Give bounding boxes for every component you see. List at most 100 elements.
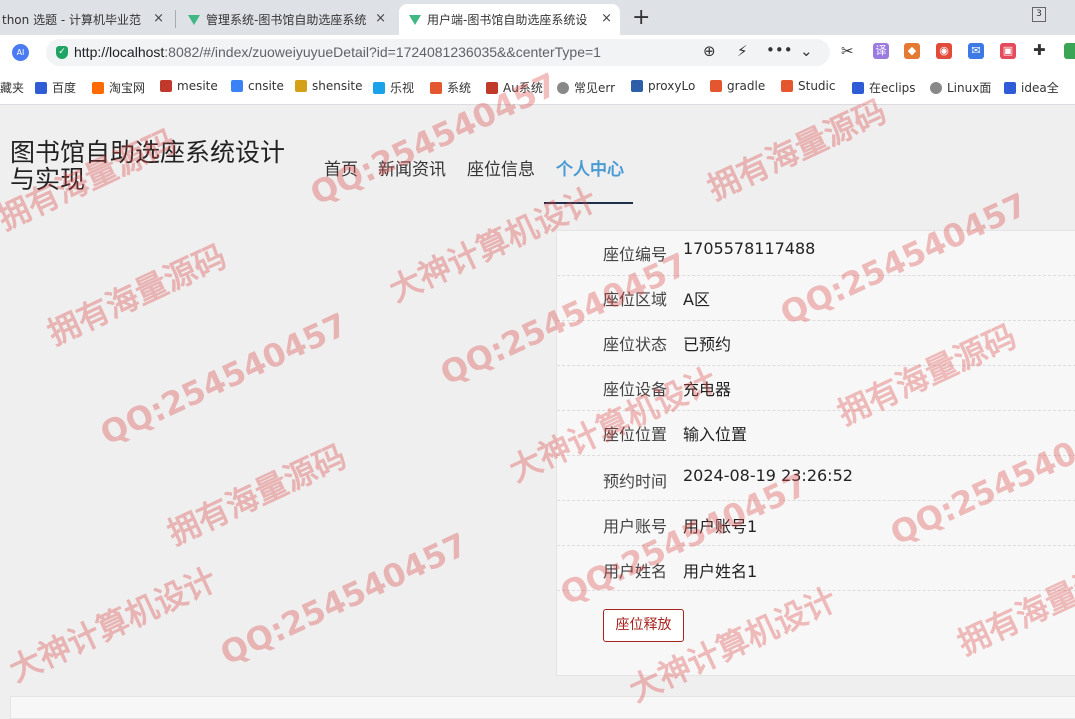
footer-panel [10,696,1075,719]
extensions-puzzle-icon[interactable]: ✚ [1033,41,1046,59]
pocket-icon[interactable]: ▣ [1000,43,1016,59]
bookmark-label: Au系统 [503,81,543,95]
bookmark-item[interactable]: 乐视 [373,79,414,96]
site-title: 图书馆自助选座系统设计与实现 [10,138,286,194]
bookmark-item[interactable]: Linux面 [930,79,991,96]
studio-icon [781,80,793,92]
leshi-icon [373,81,385,94]
detail-row: 座位区域 A区 [557,276,1075,321]
bookmark-item[interactable]: 在eclips [852,79,916,96]
url-path: :8082/#/index/zuoweiyuyueDetail?id=17240… [164,44,601,60]
tab-title: 管理系统-图书馆自助选座系统 [206,13,367,27]
nav-user-center[interactable]: 个人中心 [556,155,624,180]
mail-icon[interactable]: ✉ [968,43,984,59]
tab-title: 用户端-图书馆自助选座系统设 [427,13,588,27]
globe-icon [930,81,942,94]
taobao-icon [92,81,104,94]
browser-tab-3-active[interactable]: 用户端-图书馆自助选座系统设 × [399,4,620,35]
nav-home[interactable]: 首页 [324,155,358,180]
close-icon[interactable]: × [601,11,612,26]
detail-row: 预约时间 2024-08-19 23:26:52 [557,456,1075,501]
detail-value: 用户姓名1 [683,562,758,581]
bookmarks-bar: 藏夹 百度 淘宝网 mesite cnsite shensite 乐视 系统 A… [0,70,1075,105]
bookmark-label: Linux面 [947,81,992,95]
detail-row: 座位编号 1705578117488 [557,231,1075,276]
bookmark-label: 系统 [447,81,472,95]
vue-logo-icon [188,14,200,25]
browser-tab-bar: thon 选题 - 计算机毕业范 × 管理系统-图书馆自助选座系统 × 用户端-… [0,0,1075,35]
bookmark-label: 淘宝网 [109,81,146,95]
bookmark-label: shensite [312,79,363,93]
nav-seat-info[interactable]: 座位信息 [467,155,535,180]
bookmark-item[interactable]: 百度 [35,79,76,96]
bookmark-item[interactable]: 藏夹 [0,79,24,96]
detail-label: 用户姓名 [603,562,668,581]
seat-reservation-detail: 座位编号 1705578117488 座位区域 A区 座位状态 已预约 座位设备… [556,230,1075,676]
bookmark-item[interactable]: mesite [160,79,218,93]
url-text: http://localhost:8082/#/index/zuoweiyuyu… [74,44,601,60]
detail-label: 用户账号 [603,517,668,536]
mesite-icon [160,80,172,92]
bookmark-label: proxyLo [648,79,696,93]
bookmark-item[interactable]: 淘宝网 [92,79,145,96]
bookmark-item[interactable]: 常见err [557,79,615,96]
close-icon[interactable]: × [153,11,164,26]
fox-extension-icon[interactable]: ◆ [904,43,920,59]
bookmark-item[interactable]: Studic [781,79,835,93]
browser-tab-2[interactable]: 管理系统-图书馆自助选座系统 × [178,4,394,35]
browser-tab-1[interactable]: thon 选题 - 计算机毕业范 × [0,4,172,35]
detail-value: 已预约 [683,335,732,354]
detail-row: 用户姓名 用户姓名1 [557,546,1075,591]
weibo-icon[interactable]: ◉ [936,43,952,59]
bookmark-item[interactable]: cnsite [231,79,284,93]
bookmark-item[interactable]: Au系统 [486,79,543,96]
bookmark-label: 常见err [574,81,616,95]
detail-row: 用户账号 用户账号1 [557,501,1075,546]
detail-label: 座位状态 [603,335,668,354]
release-seat-button[interactable]: 座位释放 [603,609,684,642]
translate-icon[interactable]: 译 [873,43,889,59]
profile-icon[interactable] [1064,43,1075,59]
tab-separator [175,10,176,28]
more-icon[interactable]: ••• [766,41,793,59]
detail-row: 座位状态 已预约 [557,321,1075,366]
detail-value: 充电器 [683,380,732,399]
lightning-icon[interactable]: ⚡ [737,42,748,60]
bookmark-label: Studic [798,79,836,93]
au-system-icon [486,81,498,94]
gradle-icon [710,80,722,92]
baidu-icon [852,81,864,94]
bookmark-item[interactable]: idea全 [1004,79,1059,96]
bookmark-item[interactable]: gradle [710,79,765,93]
address-bar-row: AI ✓ http://localhost:8082/#/index/zuowe… [0,35,1075,70]
detail-label: 座位位置 [603,425,668,444]
zoom-icon[interactable]: ⊕ [703,42,716,60]
shensite-icon [295,80,307,92]
detail-value: A区 [683,290,710,309]
bookmark-label: 藏夹 [0,81,25,95]
bookmark-item[interactable]: proxyLo [631,79,695,93]
new-tab-button[interactable]: + [632,5,650,30]
detail-label: 座位区域 [603,290,668,309]
url-host: http://localhost [74,44,165,60]
detail-label: 座位编号 [603,245,668,264]
detail-value: 1705578117488 [683,239,816,258]
detail-label: 座位设备 [603,380,668,399]
scissors-icon[interactable]: ✂ [841,42,854,60]
detail-value: 2024-08-19 23:26:52 [683,466,853,485]
bookmark-label: idea全 [1021,81,1059,95]
bookmark-item[interactable]: 系统 [430,79,471,96]
tab-count-badge[interactable]: 3 [1032,7,1046,22]
close-icon[interactable]: × [375,11,386,26]
globe-icon [557,81,569,94]
detail-value: 用户账号1 [683,517,758,536]
chevron-down-icon[interactable]: ⌄ [800,42,813,60]
ai-assistant-icon[interactable]: AI [12,44,29,61]
bookmark-label: mesite [177,79,218,93]
security-shield-icon[interactable]: ✓ [56,46,68,59]
bookmark-item[interactable]: shensite [295,79,363,93]
nav-news[interactable]: 新闻资讯 [378,155,446,180]
nav-active-underline [544,202,633,204]
bookmark-label: cnsite [248,79,284,93]
detail-value: 输入位置 [683,425,748,444]
